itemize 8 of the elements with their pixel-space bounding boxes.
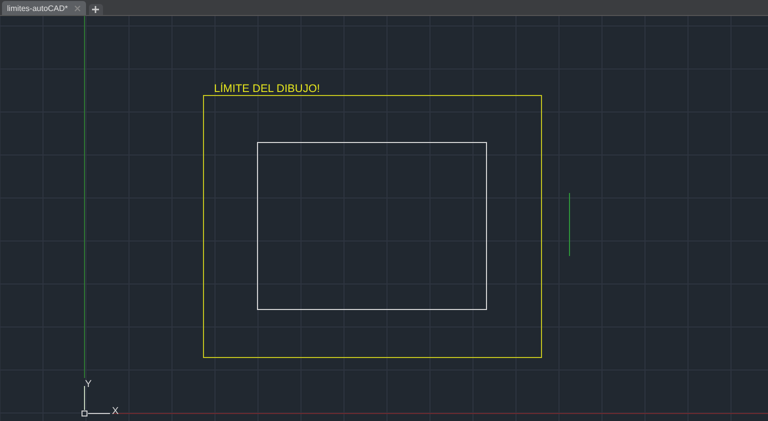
plus-icon (92, 6, 100, 13)
ucs-icon (82, 386, 110, 416)
x-axis-label: X (112, 406, 119, 417)
drawing-label: LÍMITE DEL DIBUJO! (214, 83, 320, 95)
vertical-line (569, 192, 570, 256)
file-tab[interactable]: limites-autoCAD* (2, 1, 86, 15)
new-tab-button[interactable] (88, 4, 103, 15)
y-axis-label: Y (85, 379, 92, 390)
